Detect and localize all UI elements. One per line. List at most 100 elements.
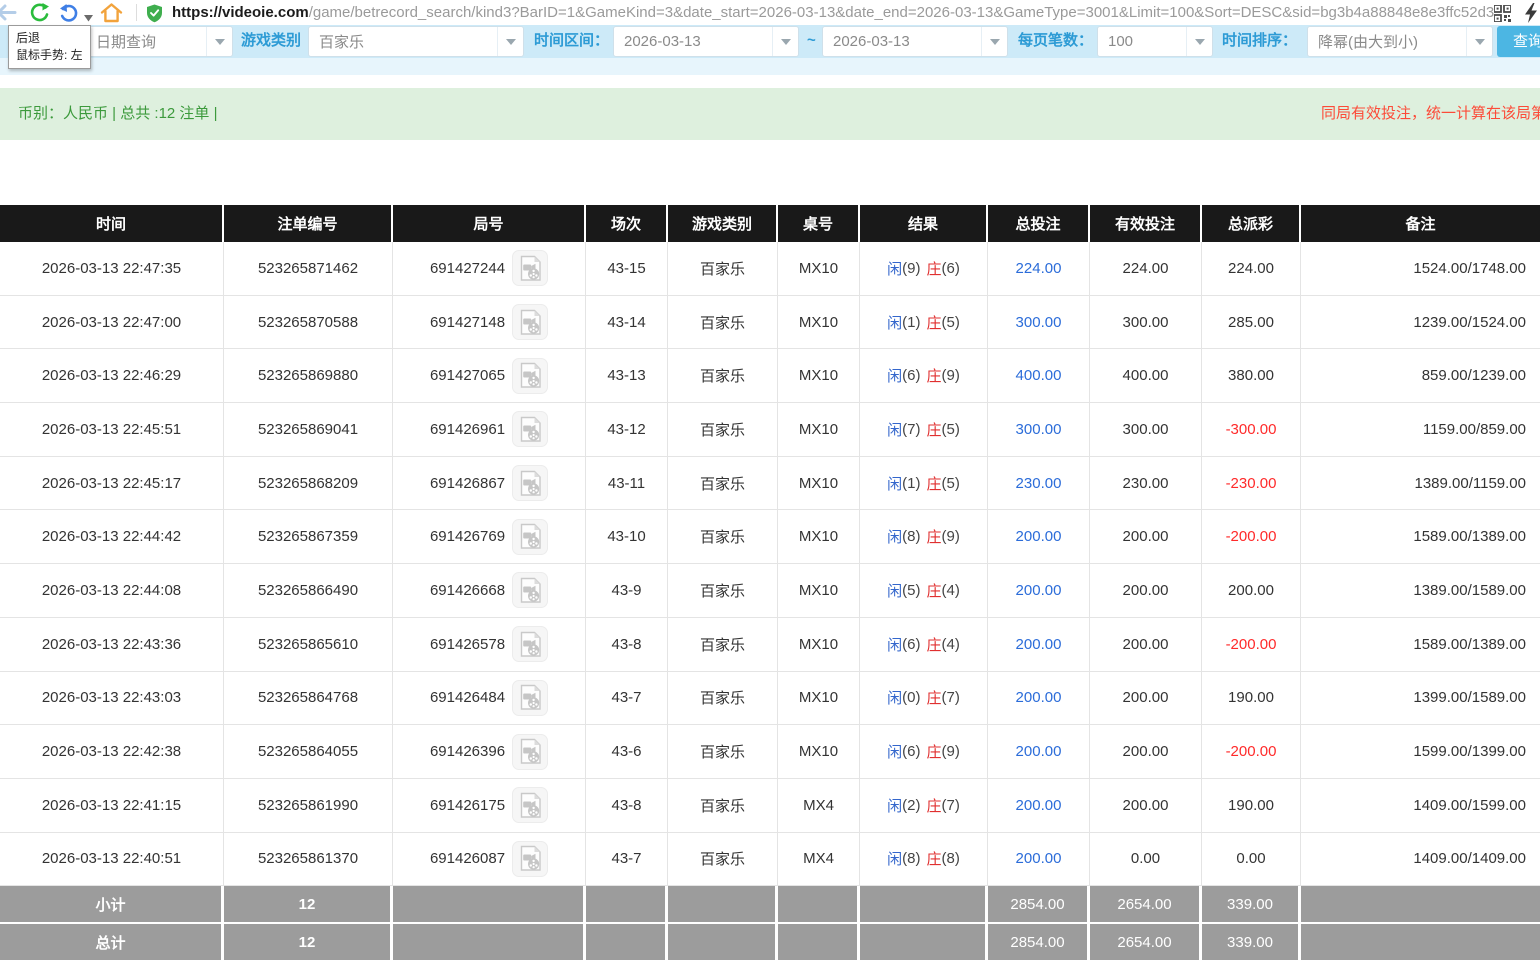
result-banker-score: (9) <box>942 367 960 384</box>
lightning-icon[interactable] <box>1524 3 1538 28</box>
cell-total-bet[interactable]: 200.00 <box>988 779 1090 832</box>
game-category-select[interactable]: 百家乐 <box>308 26 524 57</box>
cell-total-bet[interactable]: 200.00 <box>988 725 1090 778</box>
cell-remark: 1589.00/1389.00 <box>1301 510 1540 563</box>
cell-time: 2026-03-13 22:44:42 <box>0 510 224 563</box>
date-end-select[interactable]: 2026-03-13 <box>822 26 1008 57</box>
cell-valid-bet: 0.00 <box>1090 833 1202 886</box>
cell-session: 43-8 <box>586 779 668 832</box>
cell-category: 百家乐 <box>668 618 778 671</box>
cell-bet-id: 523265864768 <box>224 672 393 725</box>
cell-category: 百家乐 <box>668 833 778 886</box>
date-start-select[interactable]: 2026-03-13 <box>613 26 799 57</box>
result-player-score: (1) <box>902 314 920 331</box>
cell-bet-id: 523265861370 <box>224 833 393 886</box>
cell-round: 691426484 <box>393 672 586 725</box>
cell-bet-id: 523265865610 <box>224 618 393 671</box>
result-player-score: (0) <box>902 689 920 706</box>
video-replay-button[interactable] <box>512 465 548 501</box>
cell-total-bet[interactable]: 400.00 <box>988 349 1090 402</box>
round-number: 691427244 <box>430 260 505 277</box>
cell-total-bet[interactable]: 300.00 <box>988 296 1090 349</box>
url-domain: videoie.com <box>222 4 309 21</box>
video-replay-button[interactable] <box>512 734 548 770</box>
video-file-icon <box>519 309 542 336</box>
home-icon[interactable] <box>100 2 123 28</box>
cell-valid-bet: 400.00 <box>1090 349 1202 402</box>
game-category-label: 游戏类别 <box>241 26 301 56</box>
video-replay-button[interactable] <box>512 519 548 555</box>
cell-total-bet[interactable]: 200.00 <box>988 564 1090 617</box>
total-empty <box>586 924 668 960</box>
cell-category: 百家乐 <box>668 296 778 349</box>
video-replay-button[interactable] <box>512 411 548 447</box>
query-button[interactable]: 查询 <box>1497 26 1540 57</box>
cell-result: 闲(8)庄(8) <box>860 833 988 886</box>
round-number: 691427065 <box>430 367 505 384</box>
tooltip-gesture: 鼠标手势: 左 <box>16 47 83 64</box>
subtotal-empty <box>778 886 860 922</box>
result-player-label: 闲 <box>887 795 902 816</box>
cell-payout: 380.00 <box>1202 349 1301 402</box>
video-replay-button[interactable] <box>512 358 548 394</box>
cell-result: 闲(7)庄(5) <box>860 403 988 456</box>
subtotal-empty <box>860 886 988 922</box>
cell-round: 691426668 <box>393 564 586 617</box>
cell-total-bet[interactable]: 300.00 <box>988 403 1090 456</box>
header-round: 局号 <box>393 205 586 242</box>
cell-round: 691427244 <box>393 242 586 295</box>
header-result: 结果 <box>860 205 988 242</box>
filter-bar-strip <box>0 58 1540 75</box>
chevron-down-icon <box>1186 27 1212 56</box>
cell-round: 691426961 <box>393 403 586 456</box>
video-replay-button[interactable] <box>512 304 548 340</box>
cell-total-bet[interactable]: 200.00 <box>988 510 1090 563</box>
video-replay-button[interactable] <box>512 841 548 877</box>
sort-select[interactable]: 降幂(由大到小) <box>1307 26 1493 57</box>
video-replay-button[interactable] <box>512 680 548 716</box>
total-total-bet: 2854.00 <box>988 924 1090 960</box>
cell-session: 43-10 <box>586 510 668 563</box>
header-category: 游戏类别 <box>668 205 778 242</box>
cell-total-bet[interactable]: 200.00 <box>988 618 1090 671</box>
chevron-down-icon <box>497 27 523 56</box>
video-replay-button[interactable] <box>512 787 548 823</box>
page-size-value: 100 <box>1108 33 1133 50</box>
video-replay-button[interactable] <box>512 572 548 608</box>
video-file-icon <box>519 684 542 711</box>
qr-code-icon[interactable] <box>1494 5 1511 27</box>
result-banker-score: (4) <box>942 636 960 653</box>
video-file-icon <box>519 845 542 872</box>
result-banker-label: 庄 <box>927 580 942 601</box>
cell-bet-id: 523265869880 <box>224 349 393 402</box>
result-player-label: 闲 <box>887 312 902 333</box>
round-number: 691426769 <box>430 528 505 545</box>
result-player-score: (6) <box>902 367 920 384</box>
round-number: 691426961 <box>430 421 505 438</box>
result-banker-score: (9) <box>942 743 960 760</box>
result-banker-score: (7) <box>942 689 960 706</box>
cell-total-bet[interactable]: 200.00 <box>988 672 1090 725</box>
cell-valid-bet: 224.00 <box>1090 242 1202 295</box>
cell-remark: 1399.00/1589.00 <box>1301 672 1540 725</box>
cell-bet-id: 523265869041 <box>224 403 393 456</box>
cell-total-bet[interactable]: 224.00 <box>988 242 1090 295</box>
video-replay-button[interactable] <box>512 626 548 662</box>
cell-result: 闲(6)庄(9) <box>860 349 988 402</box>
url-bar[interactable]: https://videoie.com/game/betrecord_searc… <box>172 4 1494 21</box>
table-row: 2026-03-13 22:43:03523265864768691426484… <box>0 672 1540 726</box>
cell-remark: 1159.00/859.00 <box>1301 403 1540 456</box>
table-row: 2026-03-13 22:47:35523265871462691427244… <box>0 242 1540 296</box>
cell-time: 2026-03-13 22:46:29 <box>0 349 224 402</box>
cell-total-bet[interactable]: 230.00 <box>988 457 1090 510</box>
cell-category: 百家乐 <box>668 457 778 510</box>
cell-payout: 0.00 <box>1202 833 1301 886</box>
page-size-select[interactable]: 100 <box>1097 26 1213 57</box>
date-query-select[interactable]: 日期查询 <box>85 26 233 57</box>
cell-result: 闲(5)庄(4) <box>860 564 988 617</box>
cell-round: 691426578 <box>393 618 586 671</box>
cell-total-bet[interactable]: 200.00 <box>988 833 1090 886</box>
cell-round: 691426769 <box>393 510 586 563</box>
video-replay-button[interactable] <box>512 250 548 286</box>
result-banker-label: 庄 <box>927 848 942 869</box>
